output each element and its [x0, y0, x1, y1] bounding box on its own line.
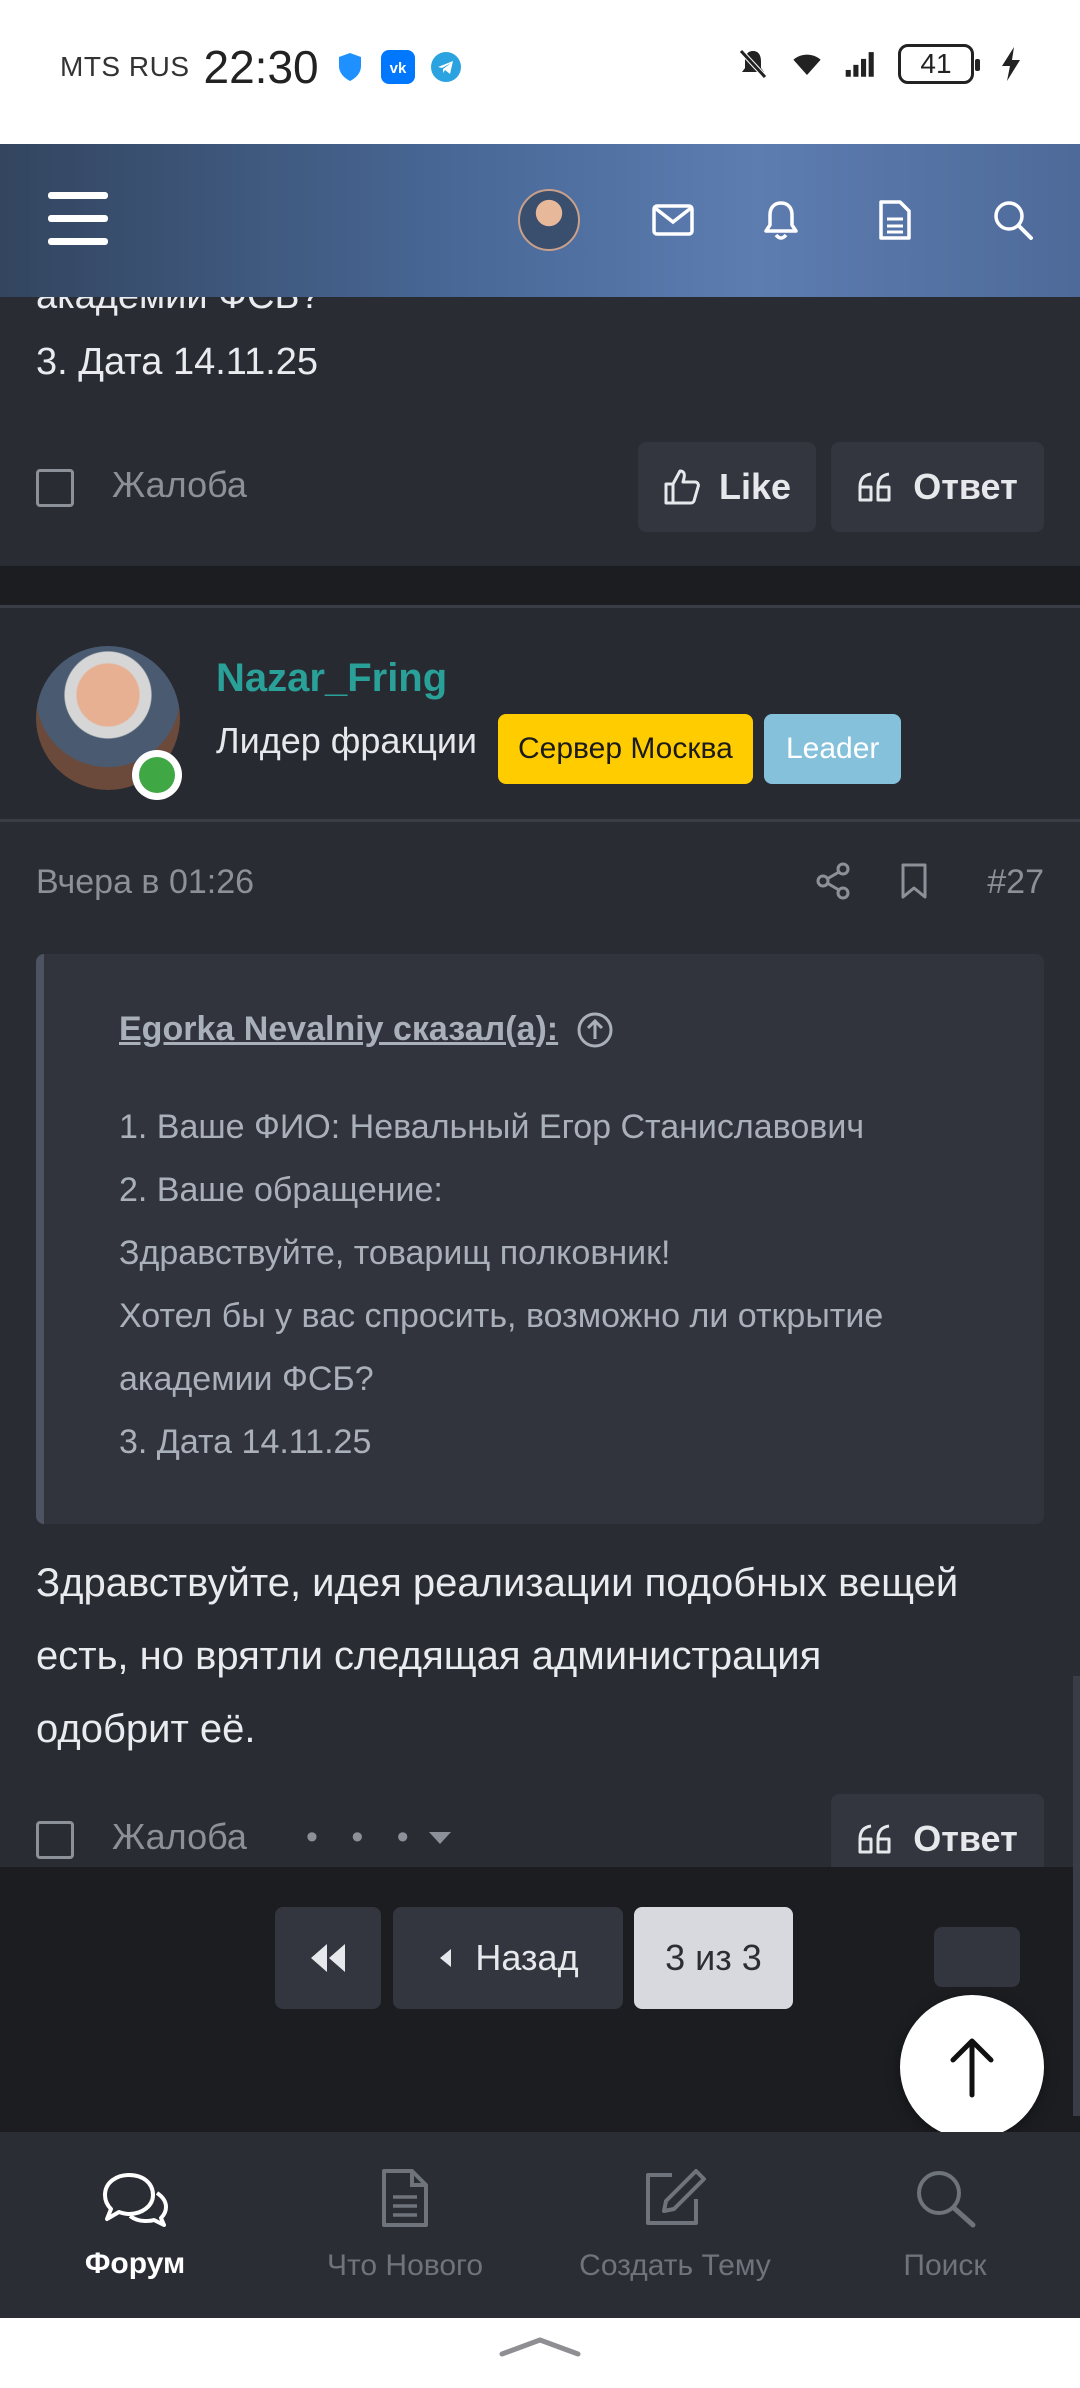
like-label: Like: [718, 466, 792, 507]
search-icon: [917, 2171, 976, 2228]
quote-line: 3. Дата 14.11.25: [119, 1423, 372, 1461]
signal-icon: [844, 47, 878, 81]
svg-text:vk: vk: [389, 60, 406, 77]
page-indicator[interactable]: 3 из 3: [634, 1907, 793, 2009]
double-chevron-left-icon: [311, 1944, 345, 1972]
nav-search-label: Поиск: [903, 2249, 987, 2282]
prev-page-button[interactable]: Назад: [393, 1907, 623, 2009]
post-timestamp[interactable]: Вчера в 01:26: [36, 863, 254, 902]
menu-icon[interactable]: [48, 192, 108, 246]
forum-header: [0, 144, 1080, 297]
status-bar: MTS RUS 22:30 vk 41: [0, 0, 1080, 144]
more-actions-icon[interactable]: • • •: [306, 1818, 453, 1857]
clock: 22:30: [203, 41, 319, 93]
document-icon: [382, 2169, 428, 2227]
mail-icon[interactable]: [647, 194, 699, 246]
post-text-line: 3. Дата 14.11.25: [36, 341, 319, 383]
charging-icon: [994, 47, 1028, 81]
report-checkbox[interactable]: [36, 469, 74, 507]
report-label[interactable]: Жалоба: [112, 1816, 247, 1858]
nav-whats-new-label: Что Нового: [326, 2249, 484, 2282]
vk-icon: vk: [380, 50, 415, 84]
post-body-line: есть, но врятли следящая администрация: [36, 1634, 822, 1678]
battery-indicator: 41: [898, 44, 980, 84]
prev-page-label: Назад: [475, 1937, 579, 1978]
bell-muted-icon: [736, 47, 770, 81]
thumbs-up-icon: [664, 469, 700, 505]
nav-forum[interactable]: Форум: [0, 2132, 270, 2318]
nav-search[interactable]: Поиск: [810, 2132, 1080, 2318]
role-badge: Leader: [764, 714, 902, 784]
quote-line: академии ФСБ?: [119, 1360, 374, 1398]
first-page-button[interactable]: [275, 1907, 381, 2009]
post-body-line: одобрит её.: [36, 1707, 256, 1751]
quote-line: Здравствуйте, товарищ полковник!: [119, 1234, 671, 1272]
thread-content: академии ФСБ? 3. Дата 14.11.25 Жалоба Li…: [0, 297, 1080, 2132]
search-icon[interactable]: [987, 194, 1039, 246]
post-author-bar: Nazar_Fring Лидер фракции Сервер Москва …: [0, 605, 1080, 822]
reply-button[interactable]: Ответ: [831, 442, 1044, 532]
online-status-icon: [132, 750, 182, 800]
nav-create-thread-label: Создать Тему: [579, 2249, 771, 2282]
nav-create-thread[interactable]: Создать Тему: [540, 2132, 810, 2318]
quote-author-link[interactable]: Egorka Nevalniy сказал(а):: [119, 1010, 614, 1049]
reply-label: Ответ: [913, 1818, 1018, 1859]
report-label[interactable]: Жалоба: [112, 464, 247, 506]
wifi-icon: [790, 47, 824, 81]
quote-icon: [858, 1824, 891, 1854]
report-checkbox[interactable]: [36, 1821, 74, 1859]
bottom-navigation: Форум Что Нового Создать Тему Поиск: [0, 2132, 1080, 2318]
arrow-up-icon: [950, 2038, 994, 2098]
like-button[interactable]: Like: [638, 442, 816, 532]
user-avatar[interactable]: [518, 189, 580, 251]
post: Nazar_Fring Лидер фракции Сервер Москва …: [0, 605, 1080, 1884]
bell-icon[interactable]: [755, 194, 807, 246]
quote-line: Хотел бы у вас спросить, возможно ли отк…: [119, 1297, 884, 1335]
arrow-up-circle-icon[interactable]: [576, 1011, 614, 1049]
caret-left-icon: [440, 1949, 452, 1967]
shield-icon: [333, 50, 367, 84]
quote-icon: [858, 472, 891, 502]
gesture-bar: [0, 2318, 1080, 2388]
share-icon[interactable]: [811, 859, 855, 903]
quote-line: 2. Ваше обращение:: [119, 1171, 443, 1209]
nav-forum-label: Форум: [84, 2247, 186, 2280]
telegram-icon: [429, 50, 463, 84]
quote-block: Egorka Nevalniy сказал(а): 1. Ваше ФИО: …: [36, 954, 1044, 1524]
document-icon[interactable]: [869, 194, 921, 246]
chat-bubbles-icon: [103, 2173, 168, 2227]
post-body-line: Здравствуйте, идея реализации подобных в…: [36, 1561, 959, 1605]
post-actions: Жалоба Like Ответ: [0, 442, 1080, 532]
post-text-line: академии ФСБ?: [36, 297, 321, 318]
server-badge: Сервер Москва: [498, 714, 753, 784]
quote-author[interactable]: Egorka Nevalniy сказал(а):: [119, 1010, 558, 1049]
carrier-name: MTS RUS: [60, 51, 190, 82]
chevron-up-icon[interactable]: [498, 2336, 582, 2358]
author-title: Лидер фракции: [216, 720, 478, 761]
previous-post: академии ФСБ? 3. Дата 14.11.25 Жалоба Li…: [0, 297, 1080, 569]
scroll-to-top-button[interactable]: [900, 1995, 1044, 2139]
bookmark-icon[interactable]: [892, 859, 936, 903]
post-number[interactable]: #27: [987, 863, 1044, 902]
scrollbar[interactable]: [1073, 1676, 1080, 2116]
next-page-button[interactable]: [934, 1927, 1020, 1987]
edit-icon: [646, 2169, 706, 2225]
quote-line: 1. Ваше ФИО: Невальный Егор Станиславови…: [119, 1108, 865, 1146]
nav-whats-new[interactable]: Что Нового: [270, 2132, 540, 2318]
author-username[interactable]: Nazar_Fring: [216, 656, 447, 701]
reply-label: Ответ: [913, 466, 1018, 507]
